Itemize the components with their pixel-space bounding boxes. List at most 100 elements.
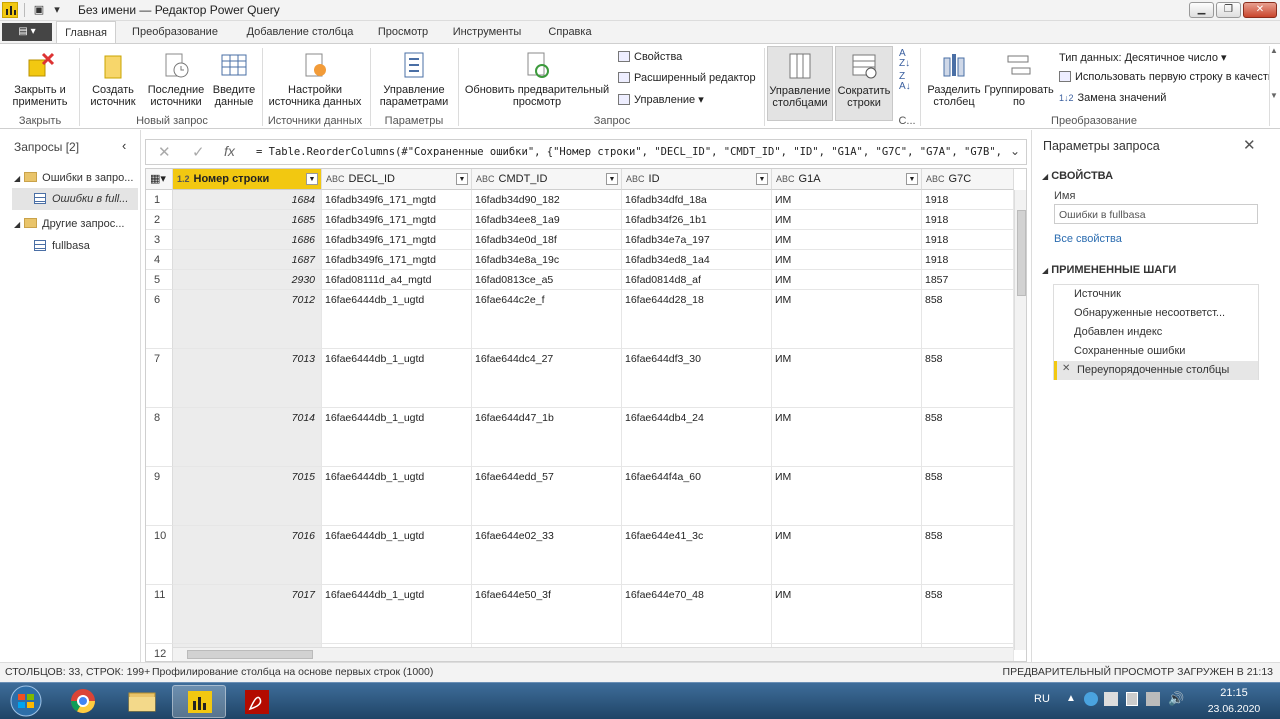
table-cell[interactable]: 16fadb34e7a_197 — [622, 230, 772, 250]
table-cell[interactable]: 16fae6444db_1_ugtd — [322, 526, 472, 585]
table-cell[interactable]: 16fadb34ee8_1a9 — [472, 210, 622, 230]
table-cell[interactable]: 16fae644e02_33 — [472, 526, 622, 585]
collapse-pane-icon[interactable]: ‹ — [122, 138, 126, 153]
table-cell[interactable]: 16fae644e50_3f — [472, 585, 622, 644]
column-filter-dropdown-icon[interactable]: ▼ — [306, 173, 318, 185]
restore-button[interactable]: ❐ — [1216, 2, 1241, 18]
column-filter-dropdown-icon[interactable]: ▼ — [456, 173, 468, 185]
close-settings-icon[interactable]: ✕ — [1243, 136, 1256, 154]
applied-step[interactable]: Источник — [1054, 285, 1258, 304]
table-cell[interactable]: 16fae644d28_18 — [622, 290, 772, 349]
column-type-icon[interactable]: ABC — [326, 169, 345, 189]
table-cell[interactable]: 858 — [922, 585, 1014, 644]
tab-tools[interactable]: Инструменты — [446, 21, 528, 43]
applied-step[interactable]: Обнаруженные несоответст... — [1054, 304, 1258, 323]
table-cell[interactable]: ИМ — [772, 585, 922, 644]
table-cell[interactable]: 16fadb349f6_171_mgtd — [322, 190, 472, 210]
enter-data-button[interactable]: Введите данные — [208, 50, 260, 108]
group-by-button[interactable]: Группировать по — [984, 50, 1054, 108]
table-cell[interactable]: ИМ — [772, 250, 922, 270]
power-bi-icon[interactable] — [172, 685, 226, 718]
table-cell[interactable]: 1918 — [922, 230, 1014, 250]
battery-icon[interactable] — [1126, 692, 1138, 706]
table-cell[interactable]: ИМ — [772, 230, 922, 250]
table-cell[interactable]: 16fadb349f6_171_mgtd — [322, 210, 472, 230]
row-number[interactable]: 5 — [146, 270, 173, 290]
sort-ascending-button[interactable]: A Z↓ — [899, 49, 910, 69]
query-name-input[interactable]: Ошибки в fullbasa — [1054, 204, 1258, 224]
table-cell[interactable]: 1918 — [922, 190, 1014, 210]
delete-step-icon[interactable]: ✕ — [1062, 363, 1070, 374]
chrome-icon[interactable] — [56, 685, 110, 718]
column-filter-dropdown-icon[interactable]: ▼ — [606, 173, 618, 185]
table-cell[interactable]: 16fae644edd_57 — [472, 467, 622, 526]
close-button[interactable]: ✕ — [1243, 2, 1277, 18]
table-cell[interactable]: 16fae6444db_1_ugtd — [322, 349, 472, 408]
close-apply-button[interactable]: Закрыть и применить — [4, 50, 76, 108]
network-tray-icon[interactable] — [1084, 692, 1098, 706]
column-header[interactable]: ABC ID ▼ — [622, 169, 772, 190]
table-cell[interactable]: 7015 — [173, 467, 322, 526]
replace-values-button[interactable]: 1↓2 Замена значений — [1059, 92, 1166, 104]
applied-step[interactable]: Добавлен индекс — [1054, 323, 1258, 342]
windows-start-icon[interactable] — [6, 685, 46, 718]
column-filter-dropdown-icon[interactable]: ▼ — [906, 173, 918, 185]
row-number[interactable]: 4 — [146, 250, 173, 270]
table-cell[interactable]: 16fae6444db_1_ugtd — [322, 408, 472, 467]
table-cell[interactable]: 16fadb34e8a_19c — [472, 250, 622, 270]
table-cell[interactable]: 16fae6444db_1_ugtd — [322, 467, 472, 526]
select-all-icon[interactable]: ▦▾ — [146, 169, 173, 190]
table-cell[interactable]: 16fae644f4a_60 — [622, 467, 772, 526]
query-item-fullbasa[interactable]: fullbasa — [34, 240, 138, 252]
column-type-icon[interactable]: 1.2 — [177, 169, 190, 189]
language-indicator[interactable]: RU — [1034, 693, 1050, 705]
horizontal-scroll-thumb[interactable] — [187, 650, 313, 659]
table-cell[interactable]: 858 — [922, 349, 1014, 408]
all-properties-link[interactable]: Все свойства — [1054, 233, 1122, 245]
first-row-headers-button[interactable]: Использовать первую строку в качестве за… — [1059, 71, 1269, 83]
table-cell[interactable]: ИМ — [772, 526, 922, 585]
tab-home[interactable]: Главная — [56, 21, 116, 43]
new-source-button[interactable]: Создать источник — [84, 50, 142, 108]
table-cell[interactable]: 858 — [922, 290, 1014, 349]
table-cell[interactable]: ИМ — [772, 467, 922, 526]
table-cell[interactable]: 16fad08111d_a4_mgtd — [322, 270, 472, 290]
table-cell[interactable]: 1918 — [922, 250, 1014, 270]
table-cell[interactable]: 16fadb34d90_182 — [472, 190, 622, 210]
undo-icon[interactable]: ▾ — [50, 3, 64, 17]
table-cell[interactable]: 16fadb34dfd_18a — [622, 190, 772, 210]
data-source-settings-button[interactable]: Настройки источника данных — [266, 50, 364, 108]
table-cell[interactable]: 858 — [922, 526, 1014, 585]
manage-dropdown[interactable]: Управление ▾ — [618, 93, 704, 106]
column-header[interactable]: ABC G1A ▼ — [772, 169, 922, 190]
table-cell[interactable]: ИМ — [772, 408, 922, 467]
row-number[interactable]: 9 — [146, 467, 173, 526]
table-cell[interactable]: ИМ — [772, 190, 922, 210]
cancel-formula-icon[interactable]: ✕ — [158, 143, 171, 161]
row-number[interactable]: 3 — [146, 230, 173, 250]
table-cell[interactable]: ИМ — [772, 349, 922, 408]
table-cell[interactable]: 7017 — [173, 585, 322, 644]
query-group-errors[interactable]: ◢ Ошибки в запро... — [14, 172, 138, 184]
expand-formula-icon[interactable]: ⌄ — [1010, 144, 1020, 158]
table-cell[interactable]: 16fad0813ce_a5 — [472, 270, 622, 290]
column-header[interactable]: ABC CMDT_ID ▼ — [472, 169, 622, 190]
tray-expand-icon[interactable]: ▲ — [1066, 693, 1076, 704]
row-number[interactable]: 6 — [146, 290, 173, 349]
query-group-other[interactable]: ◢ Другие запрос... — [14, 218, 138, 230]
tab-transform[interactable]: Преобразование — [124, 21, 226, 43]
tab-add-column[interactable]: Добавление столбца — [238, 21, 362, 43]
row-number[interactable]: 8 — [146, 408, 173, 467]
table-cell[interactable]: 7012 — [173, 290, 322, 349]
table-cell[interactable]: 1686 — [173, 230, 322, 250]
function-icon[interactable]: fx — [224, 143, 235, 159]
table-cell[interactable]: 16fadb34e0d_18f — [472, 230, 622, 250]
table-cell[interactable]: 858 — [922, 467, 1014, 526]
table-cell[interactable]: 16fadb34f26_1b1 — [622, 210, 772, 230]
row-number[interactable]: 10 — [146, 526, 173, 585]
table-cell[interactable]: 7013 — [173, 349, 322, 408]
column-filter-dropdown-icon[interactable]: ▼ — [756, 173, 768, 185]
column-type-icon[interactable]: ABC — [626, 169, 645, 189]
table-cell[interactable]: 1685 — [173, 210, 322, 230]
removable-device-icon[interactable] — [1146, 692, 1160, 706]
